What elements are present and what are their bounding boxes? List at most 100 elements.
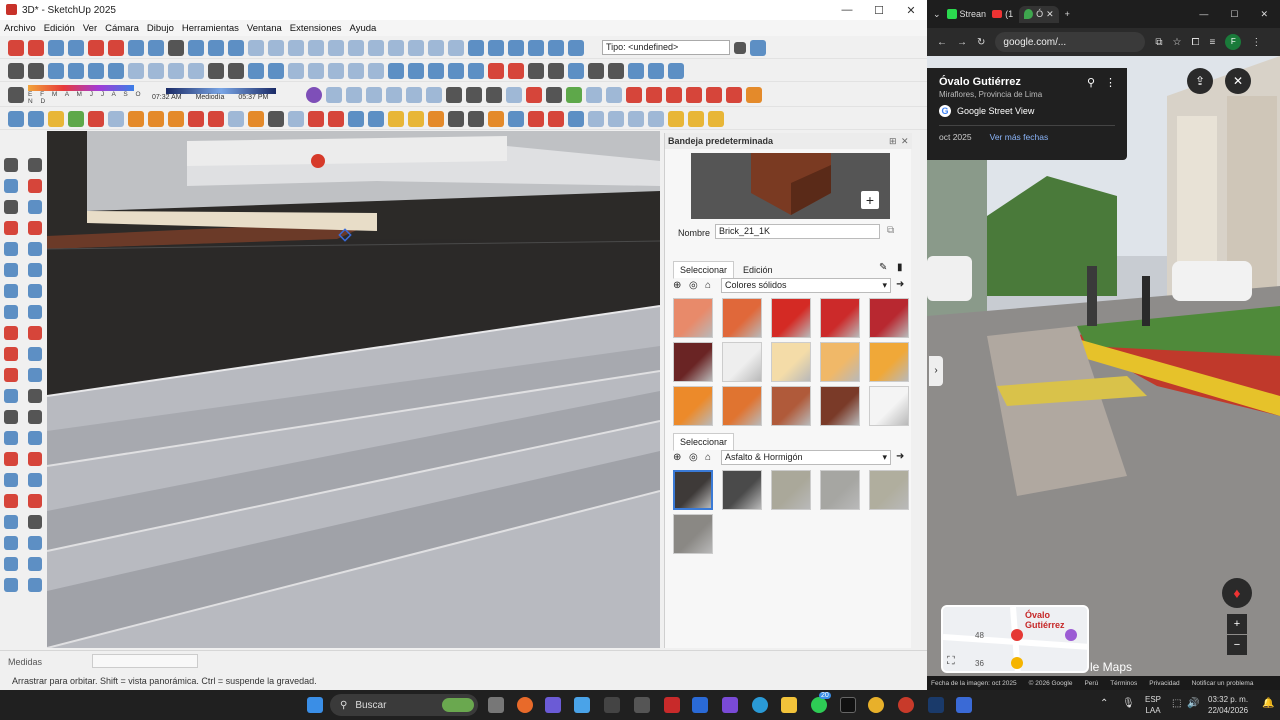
section-cut-icon[interactable] [228,39,244,56]
push-down-icon[interactable] [646,86,662,103]
cut-icon[interactable] [308,39,324,56]
user-settings-icon[interactable] [28,62,44,79]
pan-tool-icon[interactable] [28,452,42,466]
arrow-left-icon[interactable] [666,86,682,103]
3d-text-icon[interactable] [28,431,42,445]
prev-tool-icon[interactable] [28,494,42,508]
hidden-line-icon[interactable] [188,62,204,79]
material-swatch[interactable] [673,470,713,510]
home-2-icon[interactable]: ⌂ [705,452,711,463]
tree-icon[interactable] [566,86,582,103]
plugin-2-icon[interactable] [28,110,44,127]
eraser-icon[interactable] [586,86,602,103]
arc-icon[interactable] [606,86,622,103]
material-swatch[interactable] [722,386,762,426]
select-2-icon[interactable] [28,158,42,172]
collection-dropdown-1[interactable]: Colores sólidos ▾ [721,278,891,293]
print-icon[interactable] [428,39,444,56]
arrow-n-icon[interactable] [706,86,722,103]
dimension-tool-icon[interactable] [4,410,18,424]
add-detail-icon[interactable] [568,39,584,56]
paste-icon[interactable] [348,39,364,56]
plugin-31-icon[interactable] [608,110,624,127]
app-2-icon[interactable] [634,697,650,713]
more-dates-link[interactable]: Ver más fechas [990,132,1049,142]
textured-icon[interactable] [228,62,244,79]
tray-pin-icon[interactable]: ⊞ [889,136,897,147]
zoom-extents-tool-icon[interactable] [4,494,18,508]
share-icon[interactable]: ⇪ [1187,68,1213,94]
water-drop-icon[interactable] [648,62,664,79]
material-swatch[interactable] [869,342,909,382]
rectangle-icon[interactable] [4,242,18,256]
camera-icon[interactable] [366,86,382,103]
house-top-icon[interactable] [368,62,384,79]
axes-icon[interactable] [548,62,564,79]
follow-me-icon[interactable] [28,347,42,361]
task-view-icon[interactable] [488,697,504,713]
menu-edicion[interactable]: Edición [40,23,79,34]
terms-link[interactable]: Términos [1110,680,1137,687]
plugin-14-icon[interactable] [268,110,284,127]
plugin-29-icon[interactable] [568,110,584,127]
chrome-minimize-icon[interactable]: — [1199,9,1208,20]
outliner-icon[interactable] [428,62,444,79]
plugin-22-icon[interactable] [428,110,444,127]
dimension-icon[interactable] [508,62,524,79]
menu-ver[interactable]: Ver [79,23,101,34]
zoom-window-icon[interactable] [68,39,84,56]
save-icon[interactable] [288,39,304,56]
plugin-15-icon[interactable] [288,110,304,127]
erase-2-icon[interactable] [28,200,42,214]
network-icon[interactable]: ⬚ [1172,698,1181,709]
plugin-6-icon[interactable] [108,110,124,127]
top-view-icon[interactable] [68,62,84,79]
privacy-link[interactable]: Privacidad [1149,680,1179,687]
compass-icon[interactable]: ♦ [1222,578,1252,608]
material-swatch[interactable] [869,298,909,338]
smoove-icon[interactable] [508,39,524,56]
section-tool-icon[interactable] [28,536,42,550]
move-icon[interactable] [4,326,18,340]
plugin-30-icon[interactable] [588,110,604,127]
edge-icon[interactable] [752,697,768,713]
zoom-icon[interactable] [48,39,64,56]
tab-list-icon[interactable]: ⌄ [933,9,941,20]
material-name-field[interactable]: Brick_21_1K [715,224,880,239]
steam-icon[interactable] [928,697,944,713]
look-around-tool-icon[interactable] [4,536,18,550]
zoom-extents-icon[interactable] [88,39,104,56]
shadow-toggle-icon[interactable] [8,86,24,103]
sandbox-scratch-icon[interactable] [488,39,504,56]
plugin-23-icon[interactable] [448,110,464,127]
maximize-button[interactable]: ☐ [863,4,895,17]
dome-icon[interactable] [386,86,402,103]
teams-icon[interactable] [545,697,561,713]
back-arrow-icon[interactable]: ← [937,37,947,48]
text-icon[interactable] [528,62,544,79]
plugin-1-icon[interactable] [8,110,24,127]
chrome-close-icon[interactable]: ✕ [1260,9,1268,20]
cylinder-icon[interactable] [346,86,362,103]
material-swatch[interactable] [771,470,811,510]
forward-2-icon[interactable]: ◎ [689,452,698,463]
drape-icon[interactable] [548,39,564,56]
material-swatch[interactable] [673,386,713,426]
app-3-icon[interactable] [664,697,680,713]
app-1-icon[interactable] [604,697,620,713]
check-icon[interactable] [734,41,746,54]
position-camera-icon[interactable] [128,39,144,56]
eraser-tool-icon[interactable] [28,179,42,193]
front-view-icon[interactable] [88,62,104,79]
plugin-21-icon[interactable] [408,110,424,127]
plugin-16-icon[interactable] [308,110,324,127]
plugin-28-icon[interactable] [548,110,564,127]
previous-view-icon[interactable] [108,39,124,56]
model-info-icon[interactable] [448,39,464,56]
chrome-menu-icon[interactable]: ⋮ [1251,37,1261,48]
material-swatch[interactable] [673,342,713,382]
tab-maps[interactable]: Ó ✕ [1019,5,1059,23]
monochrome-icon[interactable] [248,62,264,79]
sphere-icon[interactable] [608,62,624,79]
plugin-19-icon[interactable] [368,110,384,127]
